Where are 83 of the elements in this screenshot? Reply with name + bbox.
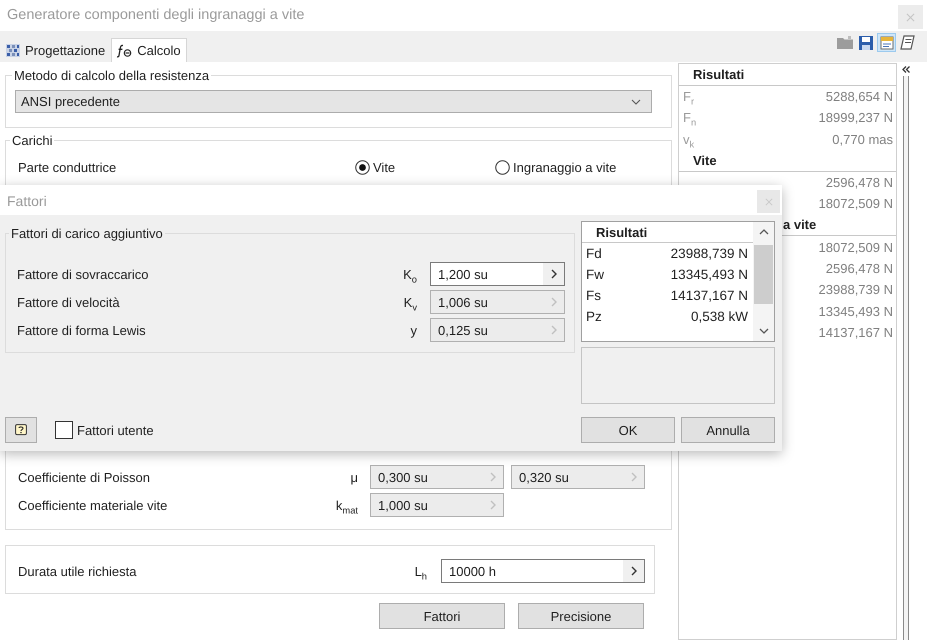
field-label: Durata utile richiesta (18, 564, 136, 578)
chevron-down-icon[interactable] (758, 328, 768, 334)
toolbar-button[interactable] (898, 33, 917, 52)
tab[interactable]: Progettazione (2, 38, 112, 62)
input-field[interactable]: 1,200 su (430, 262, 565, 286)
dialog-button[interactable]: Annulla (681, 417, 775, 443)
section-heading: Risultati (693, 67, 744, 82)
field-label: Parte conduttrice (18, 160, 116, 174)
toolbar-button[interactable] (877, 33, 896, 52)
result-value: 23988,739 N (818, 282, 893, 298)
group-label: Metodo di calcolo della resistenza (13, 68, 210, 83)
result-value: 18072,509 N (818, 196, 893, 212)
result-label: Fw (586, 267, 604, 282)
field-label: Coefficiente di Poisson (18, 470, 150, 484)
save-icon (858, 36, 872, 50)
result-value: 2596,478 N (826, 175, 893, 190)
result-value: 14137,167 N (818, 324, 893, 340)
symbol-label: K$_{o}$ (402, 266, 417, 282)
notebook-icon (900, 35, 915, 50)
collapse-icon[interactable] (902, 66, 910, 73)
dialog-button[interactable]: OK (581, 417, 675, 443)
input-field[interactable]: 10000 h (441, 559, 645, 583)
symbol-label: K$_{v}$ (402, 294, 417, 310)
window-title: Generatore componenti degli ingranaggi a vite (7, 7, 304, 23)
result-value: 0,538 kW (690, 309, 748, 324)
section-heading: Vite (693, 152, 717, 168)
result-value: 18072,509 N (818, 240, 893, 255)
checkbox-option[interactable]: Fattori utente (55, 421, 154, 439)
field-label: Fattore di velocità (17, 294, 120, 310)
close-icon (906, 12, 915, 22)
chevron-right-icon (550, 269, 556, 279)
chevron-right-icon (490, 472, 496, 482)
result-value: 13345,493 N (670, 267, 748, 282)
result-label: F$_{n}$ (683, 110, 696, 126)
result-value: 5288,654 N (826, 89, 893, 104)
symbol-label: k$_{mat}$ (334, 498, 359, 512)
result-value: 18999,237 N (818, 110, 893, 126)
help-icon (15, 424, 27, 436)
help-button[interactable] (5, 417, 37, 443)
result-label: Fd (586, 246, 602, 261)
section-heading: a vite (783, 217, 816, 232)
scrollbar[interactable] (753, 222, 774, 341)
field-label: Fattore di sovraccarico (17, 266, 148, 282)
chevron-right-icon (490, 500, 496, 510)
field-label: Fattore di forma Lewis (17, 322, 146, 338)
result-label: F$_{r}$ (683, 89, 694, 104)
result-value: 2596,478 N (826, 260, 893, 276)
chevron-right-icon (630, 472, 636, 482)
scrollbar-thumb[interactable] (754, 245, 773, 304)
document-icon (880, 35, 894, 50)
toolbar-button[interactable] (856, 33, 875, 52)
result-label: Pz (586, 309, 602, 324)
tab[interactable]: Calcolo (111, 38, 187, 62)
result-value: 0,770 mas (832, 132, 893, 147)
group-label: Fattori di carico aggiuntivo (10, 226, 164, 241)
result-value: 14137,167 N (670, 288, 748, 303)
chevron-up-icon[interactable] (758, 229, 768, 235)
symbol-label: y (410, 322, 417, 338)
field-button[interactable] (623, 560, 644, 582)
result-value: 13345,493 N (818, 304, 893, 319)
field-button[interactable] (543, 263, 564, 285)
group-label: Carichi (11, 133, 54, 148)
result-label: Fs (586, 288, 601, 303)
action-button[interactable]: Fattori (379, 603, 505, 629)
dropdown[interactable]: ANSI precedente (15, 90, 652, 113)
close-icon (764, 198, 772, 206)
function-icon (115, 44, 132, 58)
dialog-title: Fattori (7, 193, 47, 209)
chevron-right-icon (550, 297, 556, 307)
result-value: 23988,739 N (670, 246, 748, 261)
symbol-label: L$_{h}$ (414, 564, 427, 578)
action-button[interactable]: Precisione (518, 603, 644, 629)
radio-option[interactable]: Ingranaggio a vite (495, 160, 616, 174)
chevron-down-icon (631, 98, 641, 104)
result-label: v$_{k}$ (683, 132, 694, 147)
chevron-right-icon (630, 566, 636, 576)
field-label: Coefficiente materiale vite (18, 498, 168, 512)
folder-icon (836, 36, 852, 49)
chevron-right-icon (550, 325, 556, 335)
symbol-label: μ (350, 470, 359, 484)
list-heading: Risultati (596, 224, 648, 240)
grid-icon (6, 44, 20, 57)
radio-option[interactable]: Vite (355, 160, 396, 174)
